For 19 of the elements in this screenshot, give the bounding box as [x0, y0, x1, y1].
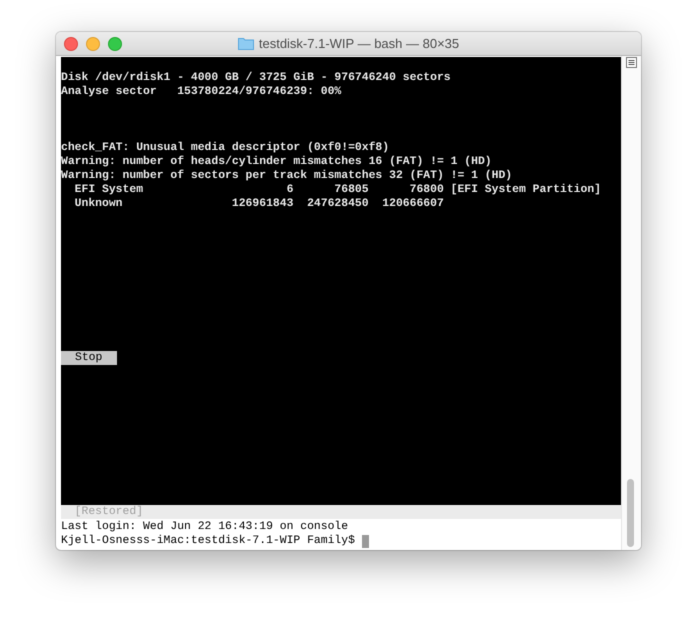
terminal-line: EFI System 6 76805 76800 [EFI System Partition] — [74, 183, 602, 197]
stop-button[interactable]: Stop — [61, 351, 117, 365]
close-button[interactable] — [64, 37, 78, 51]
terminal-line: Warning: number of sectors per track mismatches 32 (FAT) != 1 (HD) — [61, 169, 514, 183]
split-pane-icon[interactable] — [626, 57, 637, 68]
zoom-button[interactable] — [108, 37, 122, 51]
shell-line: Kjell-Osnesss-iMac:testdisk-7.1-WIP Family$ — [61, 534, 355, 548]
scrollbar-thumb[interactable] — [627, 479, 634, 547]
terminal-line: Warning: number of heads/cylinder mismatches 16 (FAT) != 1 (HD) — [61, 155, 493, 169]
window-title: testdisk-7.1-WIP — bash — 80×35 — [258, 36, 460, 51]
folder-icon — [238, 37, 254, 50]
restored-marker: [Restored] — [61, 505, 621, 519]
minimize-button[interactable] — [86, 37, 100, 51]
shell-line: Last login: Wed Jun 22 16:43:19 on console — [61, 520, 348, 534]
terminal-line: Unknown 126961843 247628450 120666607 — [74, 197, 445, 211]
terminal-line: check_FAT: Unusual media descriptor (0xf0!=0xf8) — [61, 141, 390, 155]
terminal-line: Disk /dev/rdisk1 - 4000 GB / 3725 GiB - 976746240 sectors — [61, 71, 452, 85]
text-cursor — [362, 534, 369, 548]
terminal-line: Analyse sector 153780224/976746239: 00% — [61, 85, 342, 99]
